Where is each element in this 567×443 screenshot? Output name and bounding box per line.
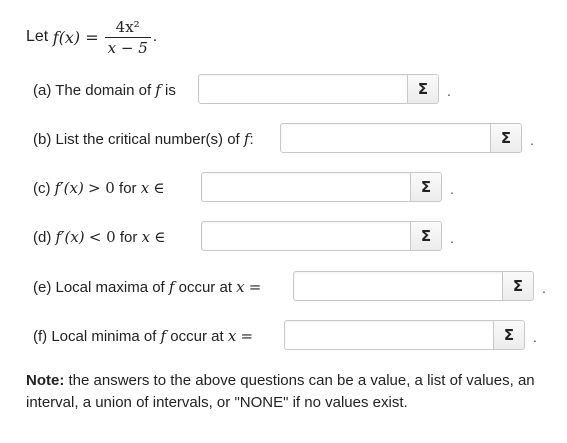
- fraction-denominator: x − 5: [107, 38, 148, 57]
- question-f: (f) Local minima of f occur at x =: [33, 319, 253, 353]
- answer-input-c[interactable]: [202, 173, 411, 201]
- sigma-button-a[interactable]: Σ: [407, 75, 438, 103]
- note-label: Note:: [26, 372, 65, 389]
- question-e: (e) Local maxima of f occur at x =: [33, 270, 261, 304]
- function-fraction: 4x² x − 5: [104, 17, 151, 58]
- question-d: (d) f′(x) < 0 for x ∈: [33, 220, 165, 254]
- answer-field-c[interactable]: Σ: [201, 172, 442, 202]
- answer-field-a[interactable]: Σ: [198, 74, 439, 104]
- trailing-dot-d: .: [450, 230, 454, 246]
- answer-input-e[interactable]: [294, 272, 503, 300]
- question-c: (c) f′(x) > 0 for x ∈: [33, 171, 164, 205]
- question-c-label: (c) f′(x) > 0 for x ∈: [33, 179, 165, 197]
- question-f-label: (f) Local minima of f occur at x =: [33, 327, 254, 345]
- sigma-button-b[interactable]: Σ: [490, 124, 521, 152]
- answer-format-note: Note: the answers to the above questions…: [26, 370, 561, 414]
- fraction-numerator: 4x²: [115, 17, 140, 36]
- question-b-label: (b) List the critical number(s) of f:: [33, 130, 254, 148]
- sigma-button-d[interactable]: Σ: [410, 222, 441, 250]
- trailing-dot-b: .: [530, 132, 534, 148]
- problem-statement: Let f(x) = 4x² x − 5 .: [26, 12, 157, 62]
- intro-suffix: .: [152, 28, 158, 45]
- answer-field-e[interactable]: Σ: [293, 271, 534, 301]
- trailing-dot-f: .: [533, 329, 537, 345]
- trailing-dot-c: .: [450, 181, 454, 197]
- question-a: (a) The domain of f is: [33, 73, 176, 107]
- answer-input-a[interactable]: [199, 75, 408, 103]
- sigma-button-e[interactable]: Σ: [502, 272, 533, 300]
- intro-prefix: Let: [26, 28, 49, 45]
- answer-input-b[interactable]: [281, 124, 491, 152]
- function-name: f(x) =: [52, 27, 99, 47]
- answer-field-f[interactable]: Σ: [284, 320, 525, 350]
- sigma-button-f[interactable]: Σ: [493, 321, 524, 349]
- question-a-label: (a) The domain of f is: [33, 81, 176, 99]
- answer-input-f[interactable]: [285, 321, 494, 349]
- answer-field-b[interactable]: Σ: [280, 123, 522, 153]
- question-d-label: (d) f′(x) < 0 for x ∈: [33, 228, 166, 246]
- trailing-dot-a: .: [447, 83, 451, 99]
- answer-input-d[interactable]: [202, 222, 411, 250]
- sigma-button-c[interactable]: Σ: [410, 173, 441, 201]
- question-b: (b) List the critical number(s) of f:: [33, 122, 254, 156]
- note-text: the answers to the above questions can b…: [26, 372, 535, 411]
- question-e-label: (e) Local maxima of f occur at x =: [33, 278, 262, 296]
- answer-field-d[interactable]: Σ: [201, 221, 442, 251]
- trailing-dot-e: .: [542, 280, 546, 296]
